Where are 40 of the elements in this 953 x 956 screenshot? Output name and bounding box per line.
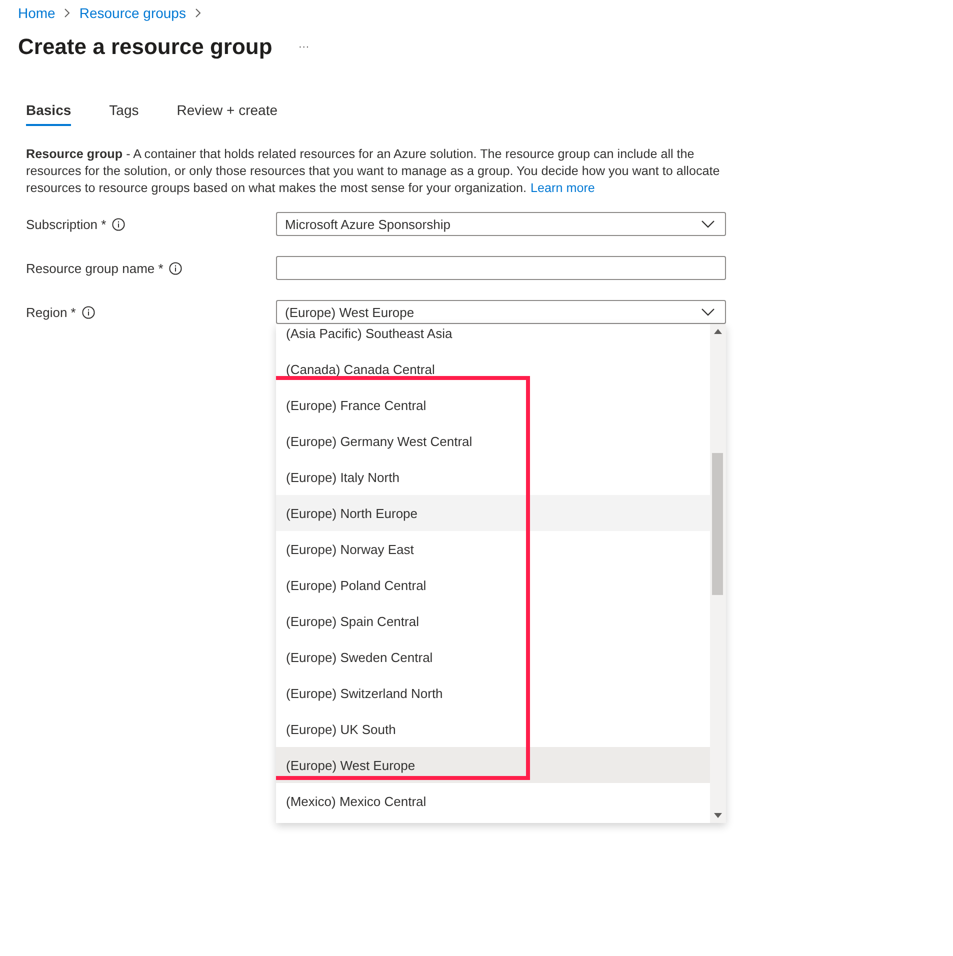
learn-more-link[interactable]: Learn more <box>530 181 595 195</box>
dropdown-option[interactable]: (Europe) North Europe <box>276 495 710 531</box>
scroll-up-icon[interactable] <box>714 329 722 334</box>
tab[interactable]: Review + create <box>176 100 278 126</box>
more-button[interactable]: ··· <box>294 41 314 53</box>
input-field[interactable] <box>276 256 726 280</box>
dropdown-option[interactable]: (Europe) Poland Central <box>276 567 710 603</box>
dropdown-option[interactable]: (Mexico) Mexico Central <box>276 783 710 819</box>
field-label: Subscription * <box>26 216 106 232</box>
chevron-down-icon <box>701 220 715 228</box>
scrollbar[interactable] <box>710 324 726 823</box>
dropdown[interactable]: (Europe) West Europe <box>276 300 726 324</box>
tab[interactable]: Basics <box>26 100 72 126</box>
scrollbar-thumb[interactable] <box>712 453 723 595</box>
dropdown-option[interactable]: (Europe) Germany West Central <box>276 423 710 459</box>
chevron-right-icon <box>63 8 72 18</box>
dropdown-option[interactable]: (Canada) Canada Central <box>276 351 710 387</box>
info-icon[interactable] <box>82 306 95 318</box>
dropdown-option[interactable]: (Europe) Sweden Central <box>276 639 710 675</box>
field-label: Resource group name * <box>26 260 164 276</box>
tab[interactable]: Tags <box>109 100 139 126</box>
dropdown-option[interactable]: (Europe) Italy North <box>276 459 710 495</box>
dropdown-option[interactable]: (Europe) France Central <box>276 387 710 423</box>
chevron-down-icon <box>701 308 715 316</box>
page-title: Create a resource group <box>18 34 272 60</box>
dropdown-option[interactable]: (Europe) Norway East <box>276 531 710 567</box>
dropdown-option[interactable]: (Asia Pacific) Southeast Asia <box>276 324 710 351</box>
dropdown-option[interactable]: (Europe) Switzerland North <box>276 675 710 711</box>
dropdown[interactable]: Microsoft Azure Sponsorship <box>276 212 726 236</box>
breadcrumb-link[interactable]: Resource groups <box>79 5 186 21</box>
dropdown-option[interactable]: (Europe) West Europe <box>276 747 710 783</box>
field-label: Region * <box>26 304 76 320</box>
info-icon[interactable] <box>112 218 126 230</box>
info-icon[interactable] <box>169 262 182 274</box>
breadcrumb-link[interactable]: Home <box>18 5 56 21</box>
description-text: Resource group - A container that holds related resources for an Azure solution. The resource group can include all the resources for the solution, or only those resources that you want to manage as a group. You decide how you want to allocate resources to resource groups based on what makes the most sense for your organization. Learn more <box>26 146 721 197</box>
scroll-down-icon[interactable] <box>714 813 722 818</box>
chevron-right-icon <box>194 8 202 18</box>
dropdown-option[interactable]: (Europe) Spain Central <box>276 603 710 639</box>
dropdown-option[interactable]: (Europe) UK South <box>276 711 710 747</box>
